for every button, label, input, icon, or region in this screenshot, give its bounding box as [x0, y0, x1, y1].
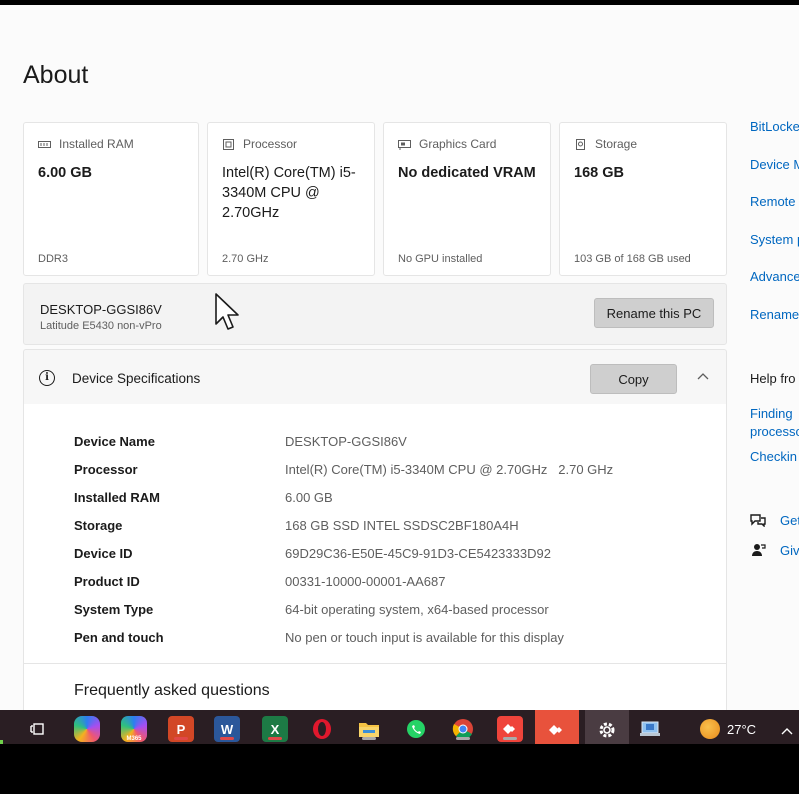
powerpoint-icon[interactable]: P	[168, 716, 194, 742]
pc-name-row: DESKTOP-GGSI86V Latitude E5430 non-vPro …	[23, 283, 727, 345]
sidebar-link-bitlocker[interactable]: BitLocke	[750, 119, 799, 134]
excel-icon[interactable]: X	[262, 716, 288, 742]
spec-row: Processor Intel(R) Core(TM) i5-3340M CPU…	[74, 462, 613, 477]
sidebar-link-system-protection[interactable]: System p	[750, 232, 799, 247]
get-help-icon	[750, 513, 766, 528]
rename-pc-button[interactable]: Rename this PC	[594, 298, 714, 328]
pc-model: Latitude E5430 non-vPro	[40, 320, 162, 332]
spec-value: 6.00 GB	[285, 490, 333, 505]
help-heading: Help fro	[750, 371, 796, 386]
spec-value: 64-bit operating system, x64-based proce…	[285, 602, 549, 617]
chrome-icon[interactable]	[450, 716, 476, 742]
copilot-icon[interactable]	[74, 716, 100, 742]
sidebar-link-remote-desktop[interactable]: Remote	[750, 194, 796, 209]
sidebar-link-rename[interactable]: Rename	[750, 307, 799, 322]
spec-label: System Type	[74, 602, 154, 617]
page-title: About	[23, 61, 89, 89]
settings-icon[interactable]	[585, 710, 629, 744]
weather-widget[interactable]: 27°C	[700, 719, 756, 739]
microsoft-365-icon[interactable]: M365	[121, 716, 147, 742]
card-graphics: Graphics Card No dedicated VRAM No GPU i…	[383, 122, 551, 276]
faq-title: Frequently asked questions	[74, 682, 270, 699]
chevron-up-icon[interactable]	[781, 722, 793, 740]
mouse-cursor-icon	[215, 293, 239, 330]
spec-label: Processor	[74, 462, 138, 477]
card-sub: 103 GB of 168 GB used	[574, 253, 691, 265]
chevron-up-icon[interactable]	[697, 368, 709, 383]
spec-row: System Type 64-bit operating system, x64…	[74, 602, 549, 617]
spec-row: Device Name DESKTOP-GGSI86V	[74, 434, 407, 449]
copy-button[interactable]: Copy	[590, 364, 677, 394]
card-processor: Processor Intel(R) Core(TM) i5-3340M CPU…	[207, 122, 375, 276]
card-value: 6.00 GB	[38, 165, 92, 181]
taskbar: M365 P W X 27°C	[0, 710, 799, 744]
spec-row: Installed RAM 6.00 GB	[74, 490, 333, 505]
spec-value: DESKTOP-GGSI86V	[285, 434, 407, 449]
card-label: Graphics Card	[419, 137, 497, 151]
whatsapp-icon[interactable]	[403, 716, 429, 742]
anydesk-active-icon[interactable]	[535, 710, 579, 744]
spec-label: Installed RAM	[74, 490, 160, 505]
anydesk-icon[interactable]	[497, 716, 523, 742]
card-label: Storage	[595, 137, 638, 151]
spec-label: Storage	[74, 518, 123, 533]
spec-row: Device ID 69D29C36-E50E-45C9-91D3-CE5423…	[74, 546, 551, 561]
card-installed-ram: Installed RAM 6.00 GB DDR3	[23, 122, 199, 276]
pc-name: DESKTOP-GGSI86V	[40, 302, 162, 317]
ram-icon	[38, 139, 51, 150]
graphics-card-icon	[398, 139, 411, 150]
spec-label: Product ID	[74, 574, 140, 589]
give-feedback-icon	[750, 543, 766, 557]
card-value: No dedicated VRAM	[398, 165, 536, 181]
card-sub: 2.70 GHz	[222, 253, 269, 265]
card-label: Processor	[243, 137, 298, 151]
device-specifications-header[interactable]: i Device Specifications Copy	[23, 349, 727, 405]
partly-sunny-icon	[700, 719, 720, 739]
spec-label: Pen and touch	[74, 630, 164, 645]
info-icon: i	[39, 370, 55, 386]
spec-value: 168 GB SSD INTEL SSDSC2BF180A4H	[285, 518, 519, 533]
help-link-processor[interactable]: processo	[750, 424, 799, 439]
file-explorer-icon[interactable]	[356, 716, 382, 742]
get-help-link[interactable]: Get	[780, 513, 799, 528]
spec-label: Device Name	[74, 434, 155, 449]
card-storage: Storage 168 GB 103 GB of 168 GB used	[559, 122, 727, 276]
sidebar-link-device-manager[interactable]: Device M	[750, 157, 799, 172]
microsoft-365-label: M365	[126, 736, 142, 742]
card-value: 168 GB	[574, 165, 624, 181]
spec-row: Pen and touch No pen or touch input is a…	[74, 630, 564, 645]
card-sub: DDR3	[38, 253, 68, 265]
spec-row: Product ID 00331-10000-00001-AA687	[74, 574, 445, 589]
storage-icon	[574, 138, 587, 150]
give-feedback-link[interactable]: Giv	[780, 543, 799, 558]
spec-value: Intel(R) Core(TM) i5-3340M CPU @ 2.70GHz…	[285, 462, 614, 477]
device-specifications-body: Device Name DESKTOP-GGSI86V Processor In…	[23, 404, 727, 664]
spec-value: 00331-10000-00001-AA687	[285, 574, 446, 589]
sidebar-link-advanced[interactable]: Advance	[750, 269, 799, 284]
settings-window: About Installed RAM 6.00 GB DDR3 Process…	[0, 5, 799, 744]
help-link-finding[interactable]: Finding	[750, 406, 793, 421]
spec-title: Device Specifications	[72, 371, 201, 386]
show-desktop-indicator	[0, 740, 3, 744]
task-view-icon[interactable]	[25, 716, 51, 742]
card-label: Installed RAM	[59, 137, 134, 151]
spec-row: Storage 168 GB SSD INTEL SSDSC2BF180A4H	[74, 518, 519, 533]
help-link-checking[interactable]: Checkin	[750, 449, 797, 464]
spec-value: No pen or touch input is available for t…	[285, 630, 564, 645]
card-sub: No GPU installed	[398, 253, 483, 265]
spec-label: Device ID	[74, 546, 133, 561]
processor-icon	[222, 138, 235, 150]
remote-desktop-icon[interactable]	[637, 716, 663, 742]
card-value: Intel(R) Core(TM) i5-3340M CPU @ 2.70GHz	[222, 165, 356, 221]
temperature: 27°C	[727, 721, 757, 737]
faq-section[interactable]: Frequently asked questions	[23, 664, 727, 714]
opera-icon[interactable]	[309, 716, 335, 742]
spec-value: 69D29C36-E50E-45C9-91D3-CE5423333D92	[285, 546, 551, 561]
word-icon[interactable]: W	[214, 716, 240, 742]
